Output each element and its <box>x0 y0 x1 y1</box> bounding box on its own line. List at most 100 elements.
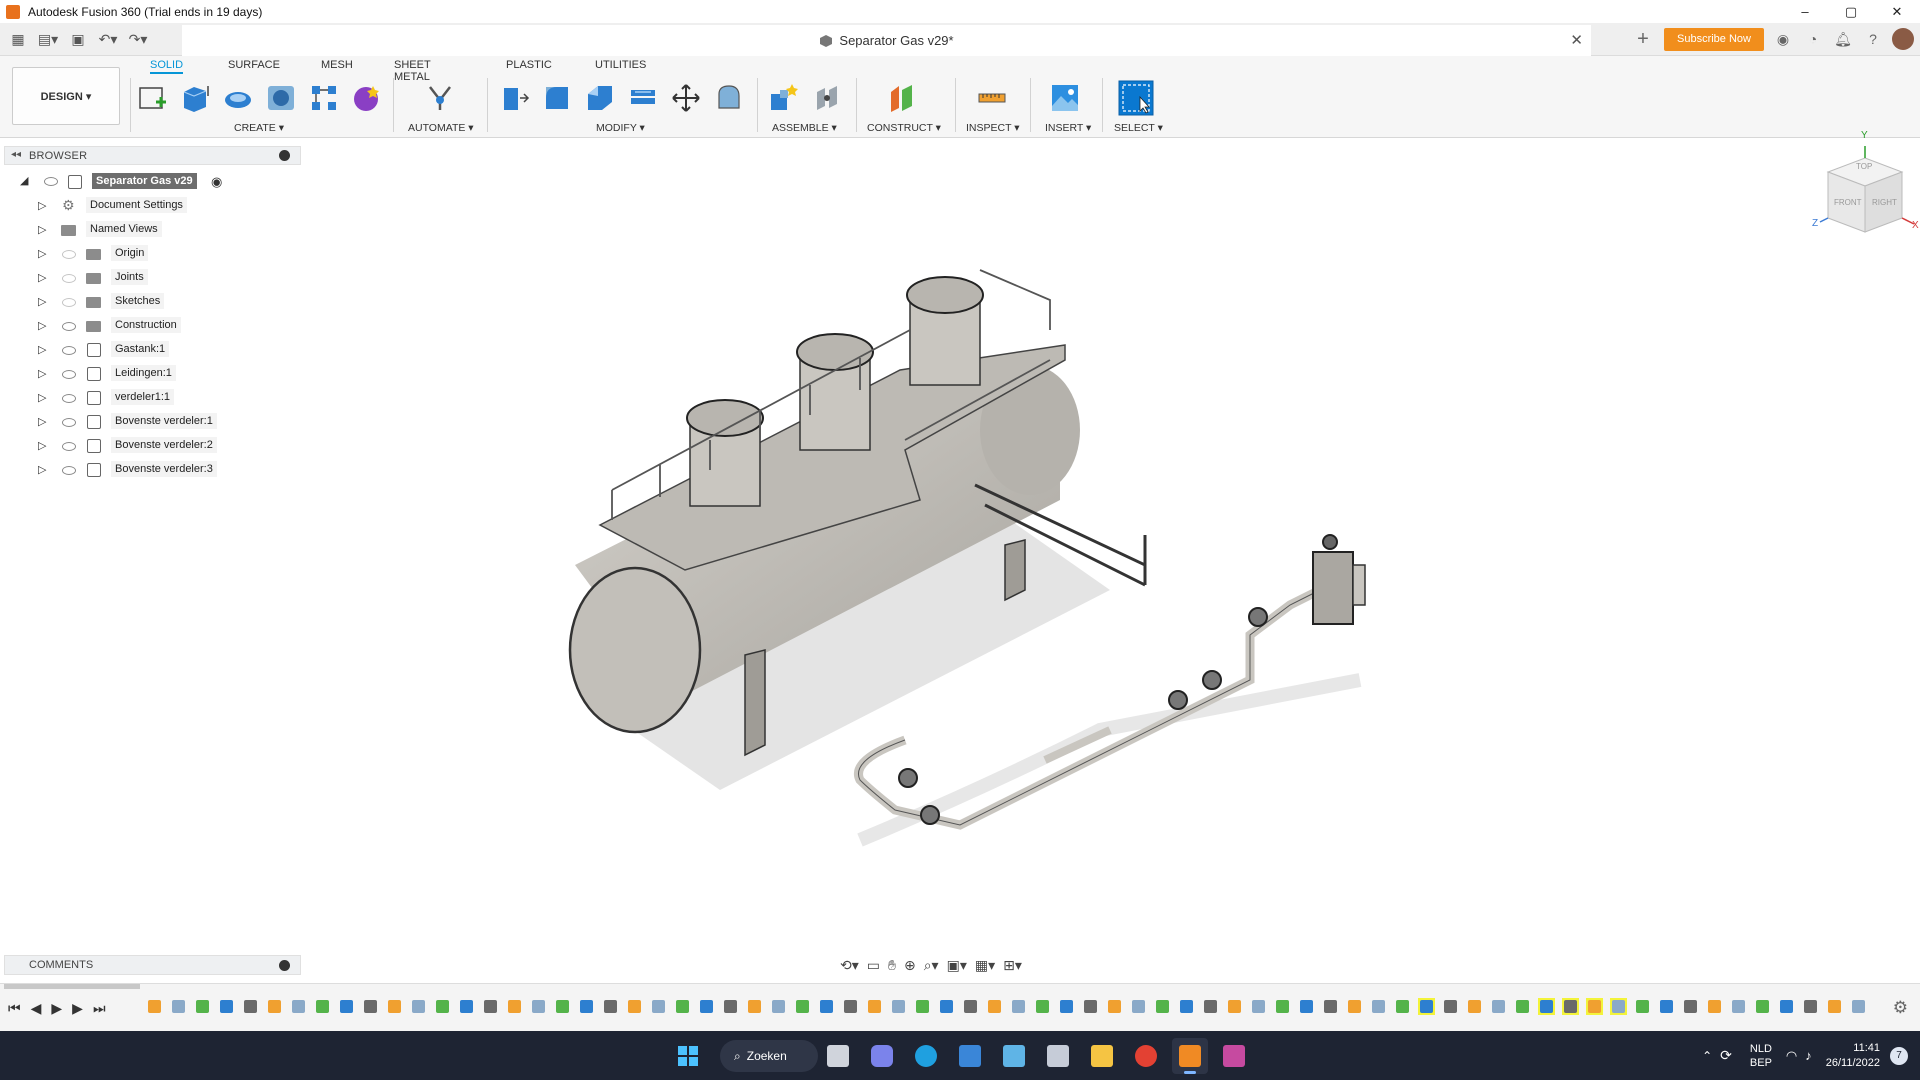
timeline-feature-icon[interactable] <box>386 998 403 1015</box>
timeline-feature-icon[interactable] <box>1370 998 1387 1015</box>
comments-panel-header[interactable]: COMMENTS <box>4 955 301 975</box>
tab-solid[interactable]: SOLID <box>150 59 184 74</box>
timeline-feature-icon[interactable] <box>866 998 883 1015</box>
pipe-valve[interactable] <box>898 768 918 788</box>
timeline-feature-icon[interactable] <box>506 998 523 1015</box>
timeline-feature-icon[interactable] <box>818 998 835 1015</box>
calculator-button[interactable] <box>1040 1038 1076 1074</box>
timeline-feature-icon[interactable] <box>1466 998 1483 1015</box>
timeline-feature-icon[interactable] <box>1850 998 1867 1015</box>
timeline-feature-icon[interactable] <box>602 998 619 1015</box>
timeline-feature-icon[interactable] <box>1706 998 1723 1015</box>
pipe-valve[interactable] <box>920 805 940 825</box>
timeline-feature-icon[interactable] <box>746 998 763 1015</box>
timeline-feature-icon[interactable] <box>410 998 427 1015</box>
construct-menu[interactable]: CONSTRUCT ▾ <box>867 122 941 134</box>
hole-button[interactable] <box>263 80 299 116</box>
close-window-button[interactable]: ✕ <box>1874 0 1920 23</box>
browser-node-label[interactable]: Bovenste verdeler:1 <box>111 413 217 429</box>
viewcube-front-label[interactable]: FRONT <box>1834 198 1862 207</box>
browser-node-label[interactable]: Named Views <box>86 221 162 237</box>
expand-triangle-icon[interactable]: ▷ <box>38 295 46 308</box>
rectangular-pattern-button[interactable] <box>306 80 342 116</box>
show-hidden-icons-chevron-icon[interactable]: ⌃ <box>1702 1049 1712 1063</box>
timeline-feature-icon[interactable] <box>842 998 859 1015</box>
timeline-feature-icon[interactable] <box>194 998 211 1015</box>
snipping-tool-button[interactable] <box>1216 1038 1252 1074</box>
edge-button[interactable] <box>908 1038 944 1074</box>
timeline-feature-icon[interactable] <box>938 998 955 1015</box>
tab-surface[interactable]: SURFACE <box>228 59 280 71</box>
play-icon[interactable]: ▶ <box>51 1000 62 1017</box>
workspace-switcher[interactable]: DESIGN ▾ <box>12 67 120 125</box>
timeline-feature-icon[interactable] <box>458 998 475 1015</box>
joint-button[interactable] <box>809 80 845 116</box>
expand-triangle-icon[interactable]: ▷ <box>38 415 46 428</box>
timeline-feature-icon[interactable] <box>242 998 259 1015</box>
timeline-feature-icon[interactable] <box>218 998 235 1015</box>
timeline-feature-icon[interactable] <box>1130 998 1147 1015</box>
pipe-valve[interactable] <box>1248 607 1268 627</box>
expand-triangle-icon[interactable]: ▷ <box>38 199 46 212</box>
vessel-2[interactable] <box>796 333 874 451</box>
browser-node-label[interactable]: Construction <box>111 317 181 333</box>
timeline-settings-gear-icon[interactable]: ⚙ <box>1893 998 1908 1018</box>
filter-unit[interactable] <box>1312 534 1366 625</box>
timeline-feature-icon[interactable] <box>362 998 379 1015</box>
timeline-feature-icon[interactable] <box>986 998 1003 1015</box>
timeline-feature-icon[interactable] <box>1178 998 1195 1015</box>
timeline-feature-icon[interactable] <box>146 998 163 1015</box>
expand-triangle-icon[interactable]: ▷ <box>38 247 46 260</box>
viewcube-right-label[interactable]: RIGHT <box>1872 198 1897 207</box>
insert-canvas-button[interactable] <box>1047 80 1083 116</box>
fillet-button[interactable] <box>539 80 575 116</box>
browser-node-label[interactable]: Gastank:1 <box>111 341 170 357</box>
timeline-feature-icon[interactable] <box>962 998 979 1015</box>
assemble-menu[interactable]: ASSEMBLE ▾ <box>772 122 837 134</box>
timeline-feature-icon[interactable] <box>1274 998 1291 1015</box>
timeline-feature-icon[interactable] <box>1634 998 1651 1015</box>
measure-button[interactable] <box>974 80 1010 116</box>
timeline-feature-icon[interactable] <box>314 998 331 1015</box>
expand-triangle-icon[interactable]: ▷ <box>38 319 46 332</box>
job-status-icon[interactable]: ◔ <box>1802 28 1824 50</box>
browser-node-label[interactable]: Joints <box>111 269 148 285</box>
vessel-3[interactable] <box>906 276 984 386</box>
viewports-icon[interactable]: ⊞▾ <box>1003 957 1022 974</box>
browser-node-label[interactable]: Document Settings <box>86 197 187 213</box>
avatar[interactable] <box>1892 28 1914 50</box>
tab-mesh[interactable]: MESH <box>321 59 353 71</box>
browser-node-label[interactable]: Bovenste verdeler:2 <box>111 437 217 453</box>
timeline-feature-icon[interactable] <box>1658 998 1675 1015</box>
visibility-eye-icon[interactable] <box>62 274 76 283</box>
input-language[interactable]: NLD BEP <box>1750 1042 1772 1070</box>
automate-menu[interactable]: AUTOMATE ▾ <box>408 122 474 134</box>
file-explorer-button[interactable] <box>1084 1038 1120 1074</box>
expand-triangle-icon[interactable]: ▷ <box>38 367 46 380</box>
timeline-feature-icon[interactable] <box>890 998 907 1015</box>
notifications-icon[interactable]: 🔔︎ <box>1832 28 1854 50</box>
timeline-feature-icon[interactable] <box>266 998 283 1015</box>
visibility-eye-icon[interactable] <box>62 466 76 475</box>
collapse-triangle-icon[interactable]: ◢ <box>20 174 28 187</box>
timeline-feature-icon[interactable] <box>1250 998 1267 1015</box>
browser-node-label[interactable]: Sketches <box>111 293 165 309</box>
task-view-button[interactable] <box>820 1038 856 1074</box>
collapse-panel-icon[interactable]: ◂◂ <box>11 149 21 160</box>
timeline-feature-icon[interactable] <box>1754 998 1771 1015</box>
new-tab-button[interactable]: + <box>1630 27 1656 51</box>
expand-triangle-icon[interactable]: ▷ <box>38 391 46 404</box>
timeline-feature-icon[interactable] <box>1154 998 1171 1015</box>
volume-icon[interactable]: ♪ <box>1805 1048 1812 1063</box>
timeline-feature-icon[interactable] <box>914 998 931 1015</box>
maximize-button[interactable]: ▢ <box>1828 0 1874 23</box>
tank-end-cap-front[interactable] <box>568 566 702 734</box>
timeline-feature-icon[interactable] <box>434 998 451 1015</box>
timeline-feature-icon[interactable] <box>794 998 811 1015</box>
timeline-feature-icon[interactable] <box>1010 998 1027 1015</box>
clock[interactable]: 11:41 26/11/2022 <box>1826 1041 1880 1071</box>
pipe-valve[interactable] <box>1168 690 1188 710</box>
add-comment-icon[interactable] <box>279 960 290 971</box>
extrude-button[interactable] <box>177 80 213 116</box>
create-sketch-button[interactable] <box>134 80 170 116</box>
